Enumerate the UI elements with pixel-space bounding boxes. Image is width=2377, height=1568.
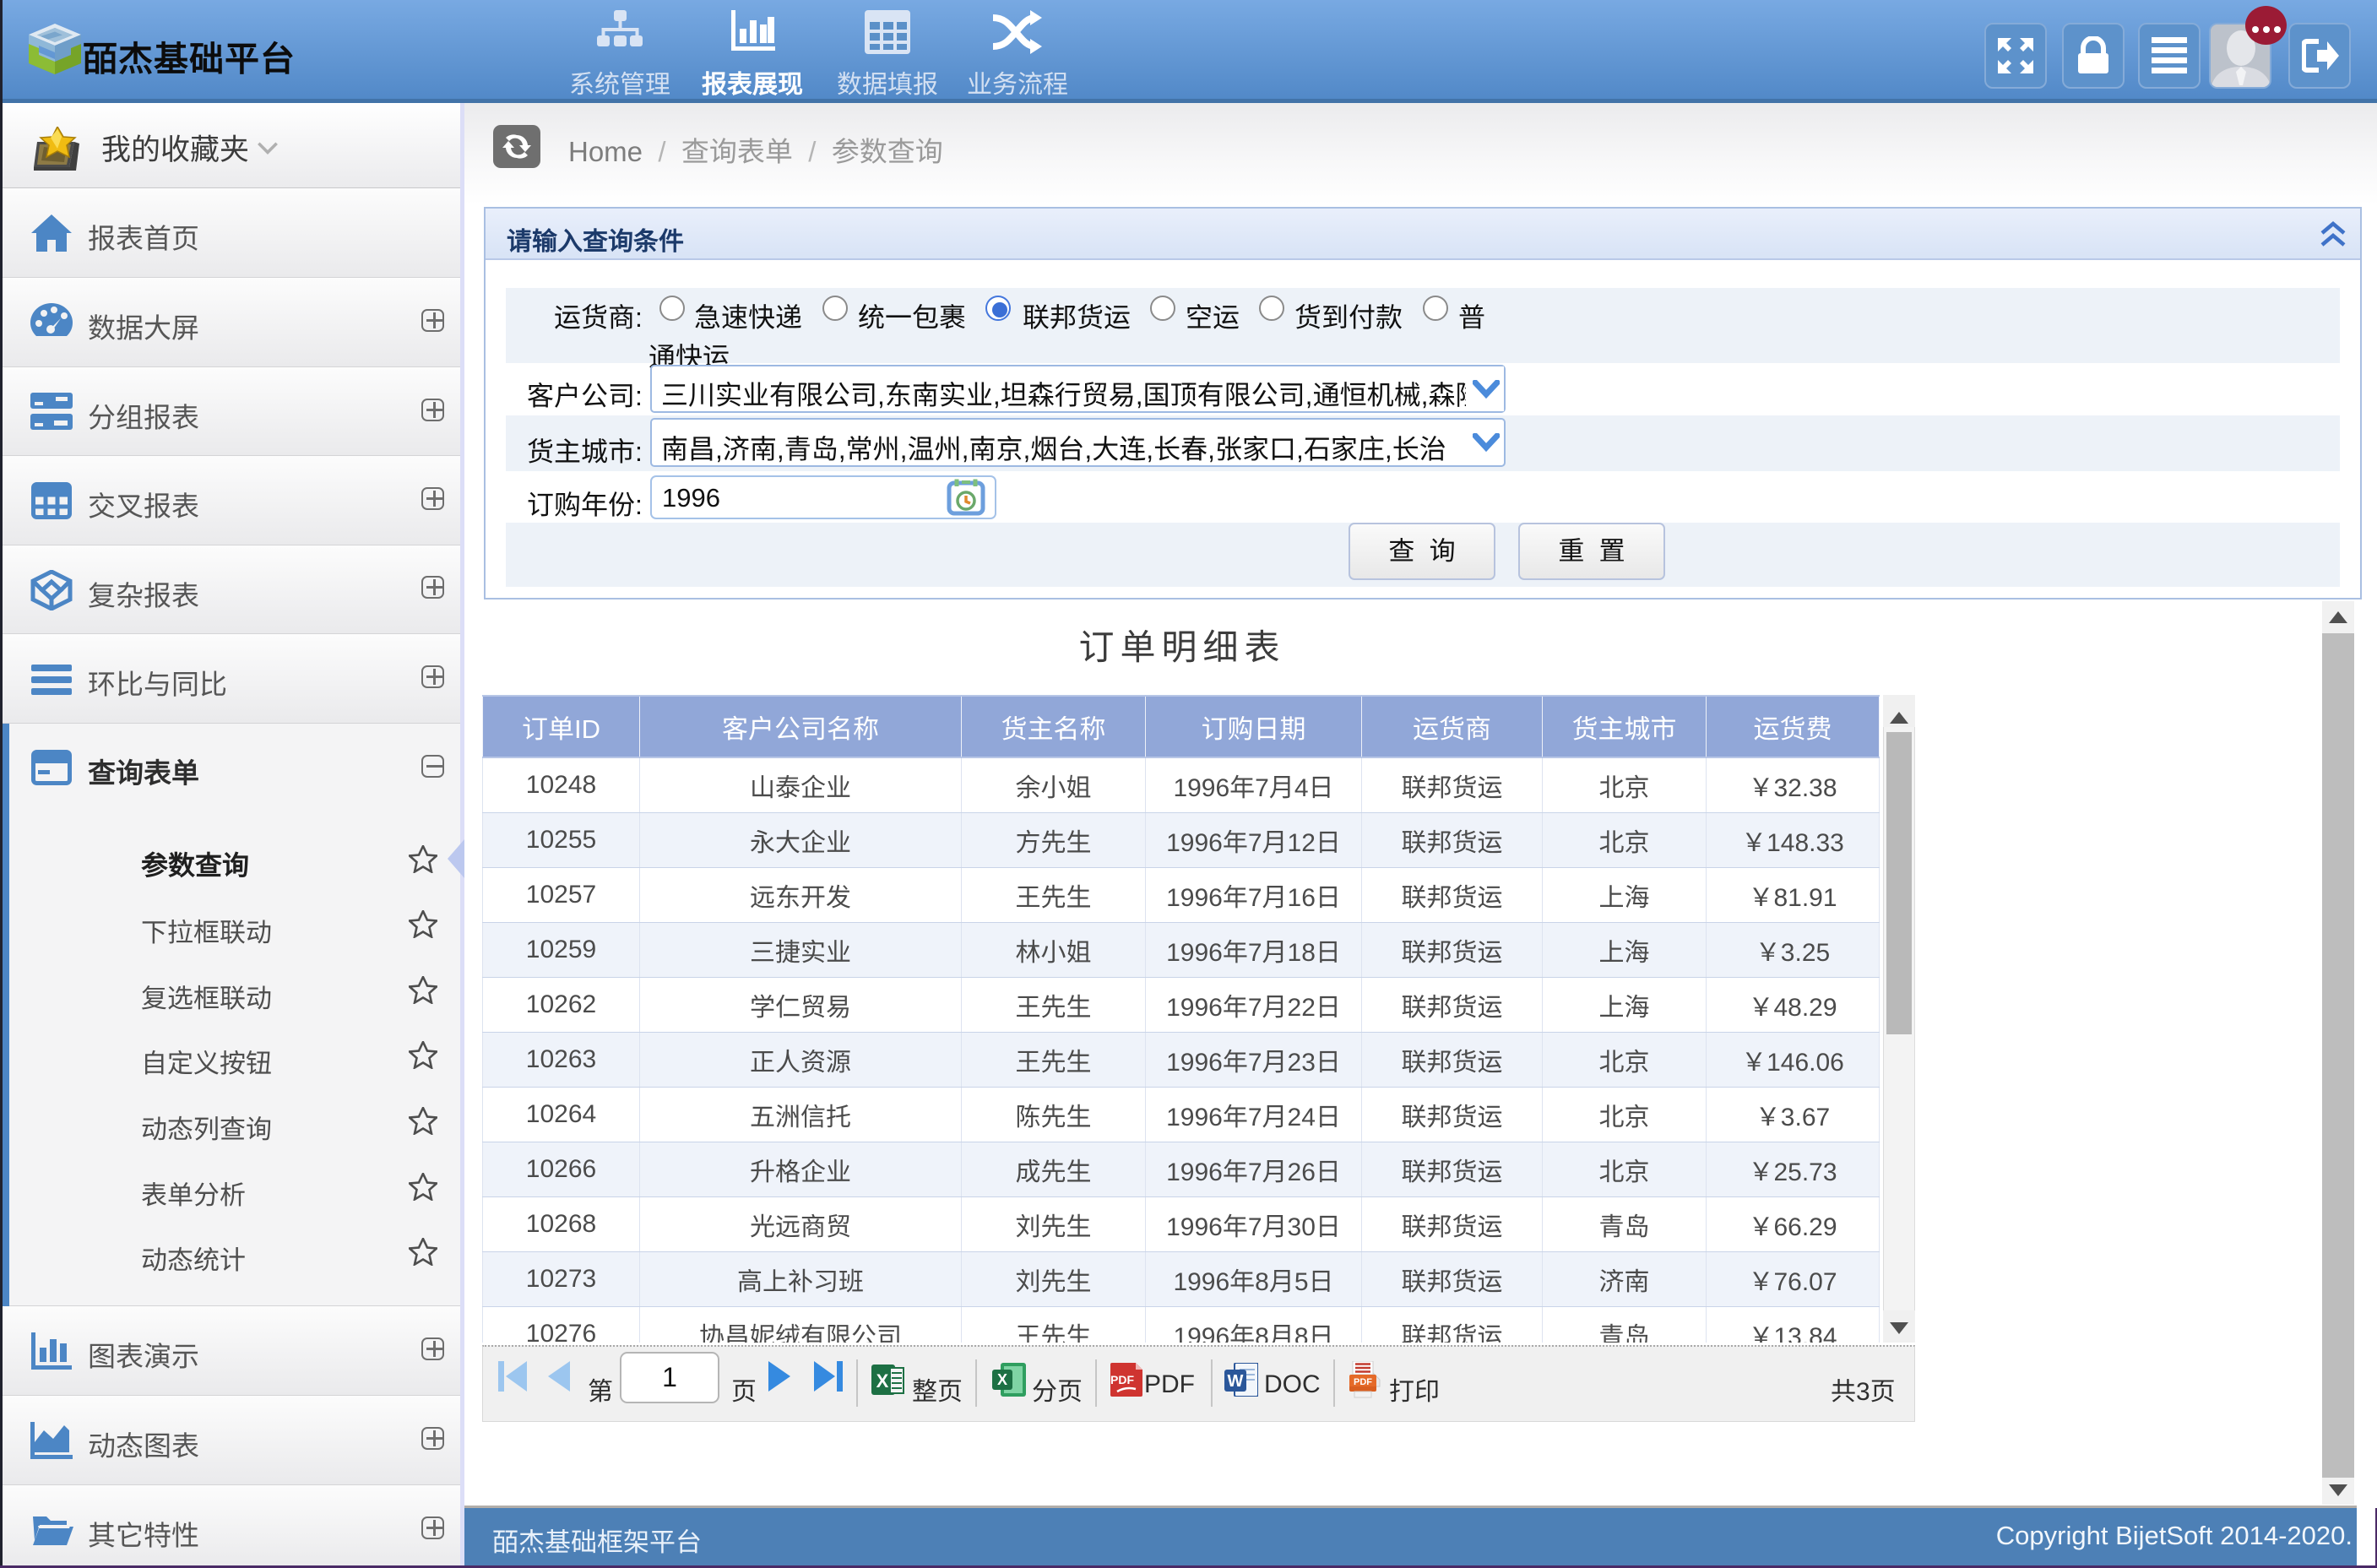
svg-text:W: W	[1228, 1372, 1244, 1391]
svg-text:PDF: PDF	[1110, 1373, 1134, 1386]
svg-text:PDF: PDF	[1354, 1377, 1372, 1387]
svg-text:X: X	[997, 1371, 1007, 1388]
svg-text:X: X	[876, 1370, 889, 1392]
